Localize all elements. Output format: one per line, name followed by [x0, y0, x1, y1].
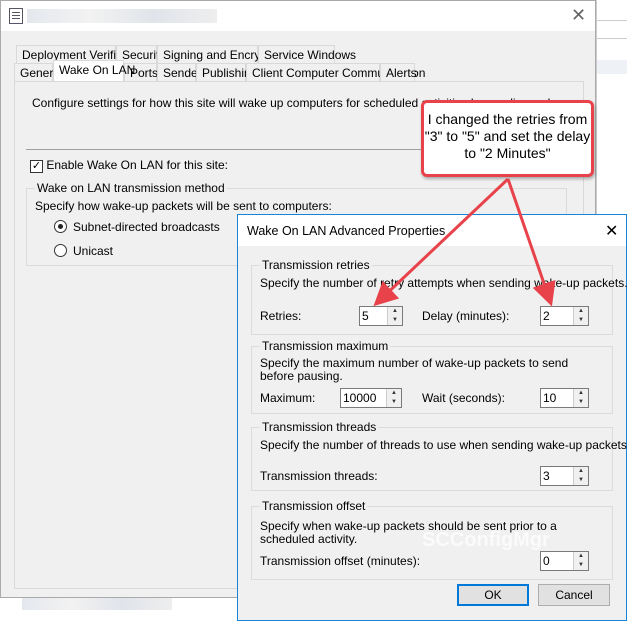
arrow-to-delay — [506, 178, 556, 307]
annotation-arrows — [373, 177, 556, 307]
arrow-to-retries — [373, 177, 510, 307]
